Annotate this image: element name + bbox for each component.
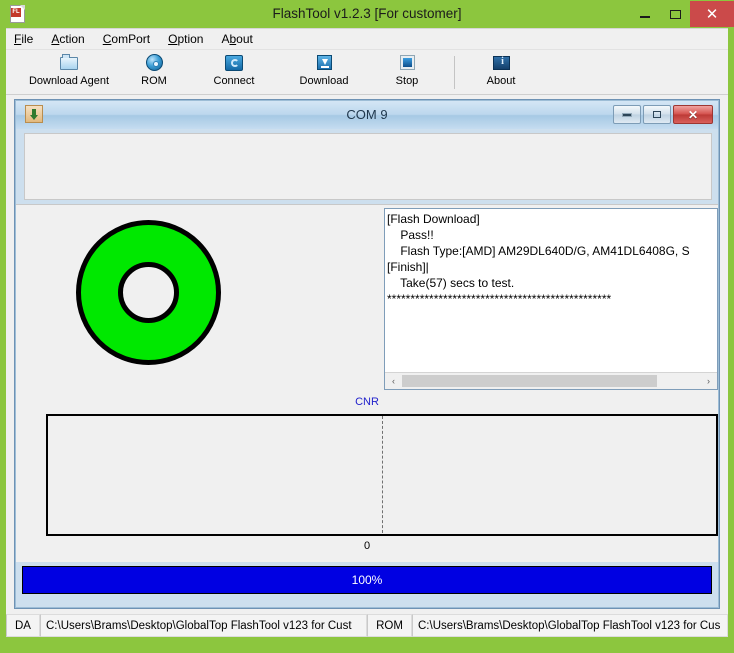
menu-item-comport[interactable]: ComPort — [103, 32, 150, 46]
info-panel-empty — [24, 133, 712, 200]
scroll-right-icon[interactable]: › — [700, 373, 717, 389]
toolbar-separator — [454, 56, 455, 89]
progress-bar: 100% — [22, 566, 712, 594]
status-rom-label: ROM — [367, 614, 412, 637]
maximize-button[interactable] — [660, 3, 690, 25]
cnr-chart-panel: CNR 0 — [16, 394, 718, 562]
close-icon: ✕ — [705, 5, 719, 23]
window-frame: FL FlashTool v1.2.3 [For customer] ✕ Fil… — [0, 0, 734, 653]
connect-icon — [224, 53, 244, 73]
folder-icon — [59, 53, 79, 73]
chart-x-tick-label: 0 — [363, 540, 371, 552]
about-icon — [491, 53, 511, 73]
toolbar-label: About — [486, 75, 516, 87]
stop-icon — [397, 53, 417, 73]
scrollbar-track[interactable] — [402, 373, 700, 389]
maximize-icon — [653, 111, 661, 118]
application-window: FL FlashTool v1.2.3 [For customer] ✕ Fil… — [0, 0, 734, 653]
menu-bar: File Action ComPort Option About — [6, 29, 728, 50]
mdi-maximize-button[interactable] — [643, 105, 671, 124]
toolbar-button-download[interactable]: Download — [284, 52, 364, 93]
menu-item-file[interactable]: File — [14, 32, 33, 46]
window-controls: ✕ — [630, 0, 734, 28]
mdi-close-button[interactable]: ✕ — [673, 105, 713, 124]
disc-icon — [144, 53, 164, 73]
mdi-body: [Flash Download] Pass!! Flash Type:[AMD]… — [16, 129, 718, 607]
progress-bar-label: 100% — [351, 573, 383, 587]
mdi-title-bar: COM 9 ✕ — [16, 101, 718, 129]
title-bar: FL FlashTool v1.2.3 [For customer] ✕ — [0, 0, 734, 28]
minimize-icon — [622, 112, 632, 117]
close-button[interactable]: ✕ — [690, 1, 734, 27]
menu-item-action[interactable]: Action — [51, 32, 84, 46]
menu-item-about[interactable]: About — [221, 32, 252, 46]
mdi-window-controls: ✕ — [613, 105, 713, 124]
close-icon: ✕ — [687, 107, 699, 122]
page-title: FlashTool v1.2.3 [For customer] — [272, 6, 462, 21]
log-output-box[interactable]: [Flash Download] Pass!! Flash Type:[AMD]… — [384, 208, 718, 390]
log-text: [Flash Download] Pass!! Flash Type:[AMD]… — [387, 212, 690, 306]
download-icon — [314, 53, 334, 73]
toolbar-label: Download — [299, 75, 349, 87]
pass-status-indicator — [76, 220, 221, 365]
client-area: File Action ComPort Option About Downloa… — [6, 28, 728, 637]
minimize-button[interactable] — [630, 3, 660, 25]
toolbar-button-connect[interactable]: Connect — [196, 52, 272, 93]
menu-item-option[interactable]: Option — [168, 32, 203, 46]
mdi-minimize-button[interactable] — [613, 105, 641, 124]
status-rom-path[interactable]: C:\Users\Brams\Desktop\GlobalTop FlashTo… — [412, 614, 728, 637]
status-bar: DA C:\Users\Brams\Desktop\GlobalTop Flas… — [6, 614, 728, 637]
chart-plot-area — [46, 414, 718, 536]
status-da-path[interactable]: C:\Users\Brams\Desktop\GlobalTop FlashTo… — [40, 614, 367, 637]
toolbar-button-download-agent[interactable]: Download Agent — [14, 52, 124, 93]
toolbar-label: Stop — [395, 75, 419, 87]
toolbar-label: Download Agent — [28, 75, 110, 87]
toolbar: Download Agent ROM Connect Download Stop — [6, 50, 728, 95]
toolbar-label: ROM — [141, 75, 167, 87]
toolbar-button-about[interactable]: About — [468, 52, 534, 93]
scroll-left-icon[interactable]: ‹ — [385, 373, 402, 389]
minimize-icon — [640, 16, 650, 18]
log-horizontal-scrollbar[interactable]: ‹ › — [385, 372, 717, 389]
toolbar-label: Connect — [213, 75, 255, 87]
toolbar-button-rom[interactable]: ROM — [124, 52, 184, 93]
donut-hole — [118, 262, 179, 323]
chart-title: CNR — [355, 396, 379, 408]
scrollbar-thumb[interactable] — [402, 375, 657, 387]
toolbar-button-stop[interactable]: Stop — [376, 52, 438, 93]
chart-zero-reference-line — [382, 416, 383, 534]
maximize-icon — [669, 9, 681, 19]
status-da-label: DA — [6, 614, 40, 637]
status-panel: [Flash Download] Pass!! Flash Type:[AMD]… — [16, 204, 718, 394]
mdi-child-window-com9: COM 9 ✕ [Flash Download] Pass!! Flash Ty… — [14, 99, 720, 609]
